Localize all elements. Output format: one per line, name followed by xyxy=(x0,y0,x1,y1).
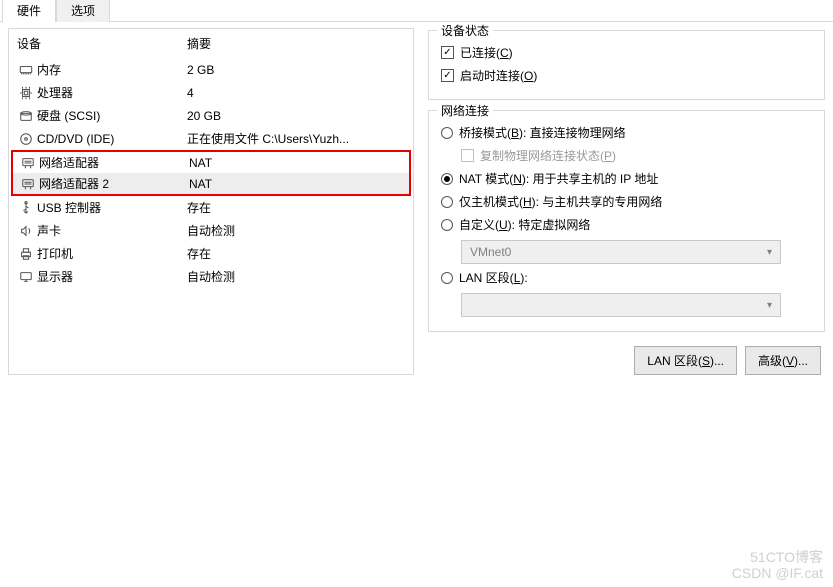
radio-icon xyxy=(441,127,453,139)
hardware-row[interactable]: 网络适配器 2NAT xyxy=(11,173,411,196)
hardware-row[interactable]: 打印机存在 xyxy=(11,242,411,265)
hardware-row[interactable]: 网络适配器NAT xyxy=(11,150,411,173)
cd-icon xyxy=(17,132,35,146)
check-icon: ✓ xyxy=(441,46,454,59)
hardware-list: 设备 摘要 内存2 GB处理器4硬盘 (SCSI)20 GBCD/DVD (ID… xyxy=(8,28,414,375)
device-name: USB 控制器 xyxy=(35,199,187,216)
column-device: 设备 xyxy=(17,35,187,52)
device-name: 显示器 xyxy=(35,268,187,285)
button-row: LAN 区段(S)... 高级(V)... xyxy=(428,342,825,375)
display-icon xyxy=(17,270,35,284)
hardware-list-header: 设备 摘要 xyxy=(11,31,411,58)
device-summary: 存在 xyxy=(187,245,405,262)
check-icon: ✓ xyxy=(441,69,454,82)
radio-lan-segment-label: LAN 区段(L): xyxy=(459,269,528,286)
radio-bridged[interactable]: 桥接模式(B): 直接连接物理网络 xyxy=(441,121,812,144)
usb-icon xyxy=(17,201,35,215)
radio-lan-segment[interactable]: LAN 区段(L): xyxy=(441,266,812,289)
printer-icon xyxy=(17,247,35,261)
device-name: CD/DVD (IDE) xyxy=(35,132,187,146)
nic-icon xyxy=(19,156,37,170)
lan-segments-button[interactable]: LAN 区段(S)... xyxy=(634,346,737,375)
hardware-row[interactable]: CD/DVD (IDE)正在使用文件 C:\Users\Yuzh... xyxy=(11,127,411,150)
device-name: 内存 xyxy=(35,61,187,78)
radio-icon xyxy=(441,272,453,284)
settings-pane: 设备状态 ✓ 已连接(C) ✓ 启动时连接(O) 网络连接 桥接模式(B): 直… xyxy=(428,28,825,375)
device-name: 声卡 xyxy=(35,222,187,239)
device-summary: 4 xyxy=(187,86,405,100)
device-name: 硬盘 (SCSI) xyxy=(35,107,187,124)
hardware-row[interactable]: USB 控制器存在 xyxy=(11,196,411,219)
memory-icon xyxy=(17,63,35,77)
radio-custom-label: 自定义(U): 特定虚拟网络 xyxy=(459,216,590,233)
device-name: 网络适配器 2 xyxy=(37,175,189,192)
sound-icon xyxy=(17,224,35,238)
tab-options[interactable]: 选项 xyxy=(56,0,110,22)
device-summary: NAT xyxy=(189,156,403,170)
hardware-row[interactable]: 硬盘 (SCSI)20 GB xyxy=(11,104,411,127)
disk-icon xyxy=(17,109,35,123)
hardware-row[interactable]: 声卡自动检测 xyxy=(11,219,411,242)
group-device-status: 设备状态 ✓ 已连接(C) ✓ 启动时连接(O) xyxy=(428,30,825,100)
checkbox-replicate-state: 复制物理网络连接状态(P) xyxy=(441,144,812,167)
device-summary: 存在 xyxy=(187,199,405,216)
check-icon xyxy=(461,149,474,162)
radio-nat[interactable]: NAT 模式(N): 用于共享主机的 IP 地址 xyxy=(441,167,812,190)
radio-nat-label: NAT 模式(N): 用于共享主机的 IP 地址 xyxy=(459,170,658,187)
radio-custom[interactable]: 自定义(U): 特定虚拟网络 xyxy=(441,213,812,236)
combo-custom-vmnet-value: VMnet0 xyxy=(470,245,511,259)
checkbox-connected[interactable]: ✓ 已连接(C) xyxy=(441,41,812,64)
radio-bridged-label: 桥接模式(B): 直接连接物理网络 xyxy=(459,124,626,141)
device-summary: 自动检测 xyxy=(187,268,405,285)
tab-hardware[interactable]: 硬件 xyxy=(2,0,56,22)
combo-custom-vmnet: VMnet0 ▾ xyxy=(461,240,781,264)
chevron-down-icon: ▾ xyxy=(767,300,772,311)
device-summary: 2 GB xyxy=(187,63,405,77)
radio-icon xyxy=(441,173,453,185)
checkbox-connect-at-power-on[interactable]: ✓ 启动时连接(O) xyxy=(441,64,812,87)
device-summary: 20 GB xyxy=(187,109,405,123)
tab-strip: 硬件 选项 xyxy=(0,0,833,22)
device-summary: 自动检测 xyxy=(187,222,405,239)
device-name: 打印机 xyxy=(35,245,187,262)
checkbox-connect-at-power-on-label: 启动时连接(O) xyxy=(460,67,537,84)
group-title-status: 设备状态 xyxy=(437,22,493,39)
group-title-network: 网络连接 xyxy=(437,102,493,119)
device-name: 处理器 xyxy=(35,84,187,101)
nic-icon xyxy=(19,177,37,191)
radio-icon xyxy=(441,219,453,231)
device-name: 网络适配器 xyxy=(37,154,189,171)
hardware-row[interactable]: 内存2 GB xyxy=(11,58,411,81)
checkbox-replicate-state-label: 复制物理网络连接状态(P) xyxy=(480,147,616,164)
radio-host-only-label: 仅主机模式(H): 与主机共享的专用网络 xyxy=(459,193,662,210)
chevron-down-icon: ▾ xyxy=(767,247,772,258)
watermark: 51CTO博客 CSDN @IF.cat xyxy=(732,550,823,581)
radio-host-only[interactable]: 仅主机模式(H): 与主机共享的专用网络 xyxy=(441,190,812,213)
checkbox-connected-label: 已连接(C) xyxy=(460,44,513,61)
column-summary: 摘要 xyxy=(187,35,405,52)
hardware-row[interactable]: 显示器自动检测 xyxy=(11,265,411,288)
device-summary: 正在使用文件 C:\Users\Yuzh... xyxy=(187,130,405,147)
radio-icon xyxy=(441,196,453,208)
cpu-icon xyxy=(17,86,35,100)
group-network-connection: 网络连接 桥接模式(B): 直接连接物理网络 复制物理网络连接状态(P) NAT… xyxy=(428,110,825,332)
combo-lan-segment: ▾ xyxy=(461,293,781,317)
advanced-button[interactable]: 高级(V)... xyxy=(745,346,821,375)
hardware-row[interactable]: 处理器4 xyxy=(11,81,411,104)
device-summary: NAT xyxy=(189,177,403,191)
